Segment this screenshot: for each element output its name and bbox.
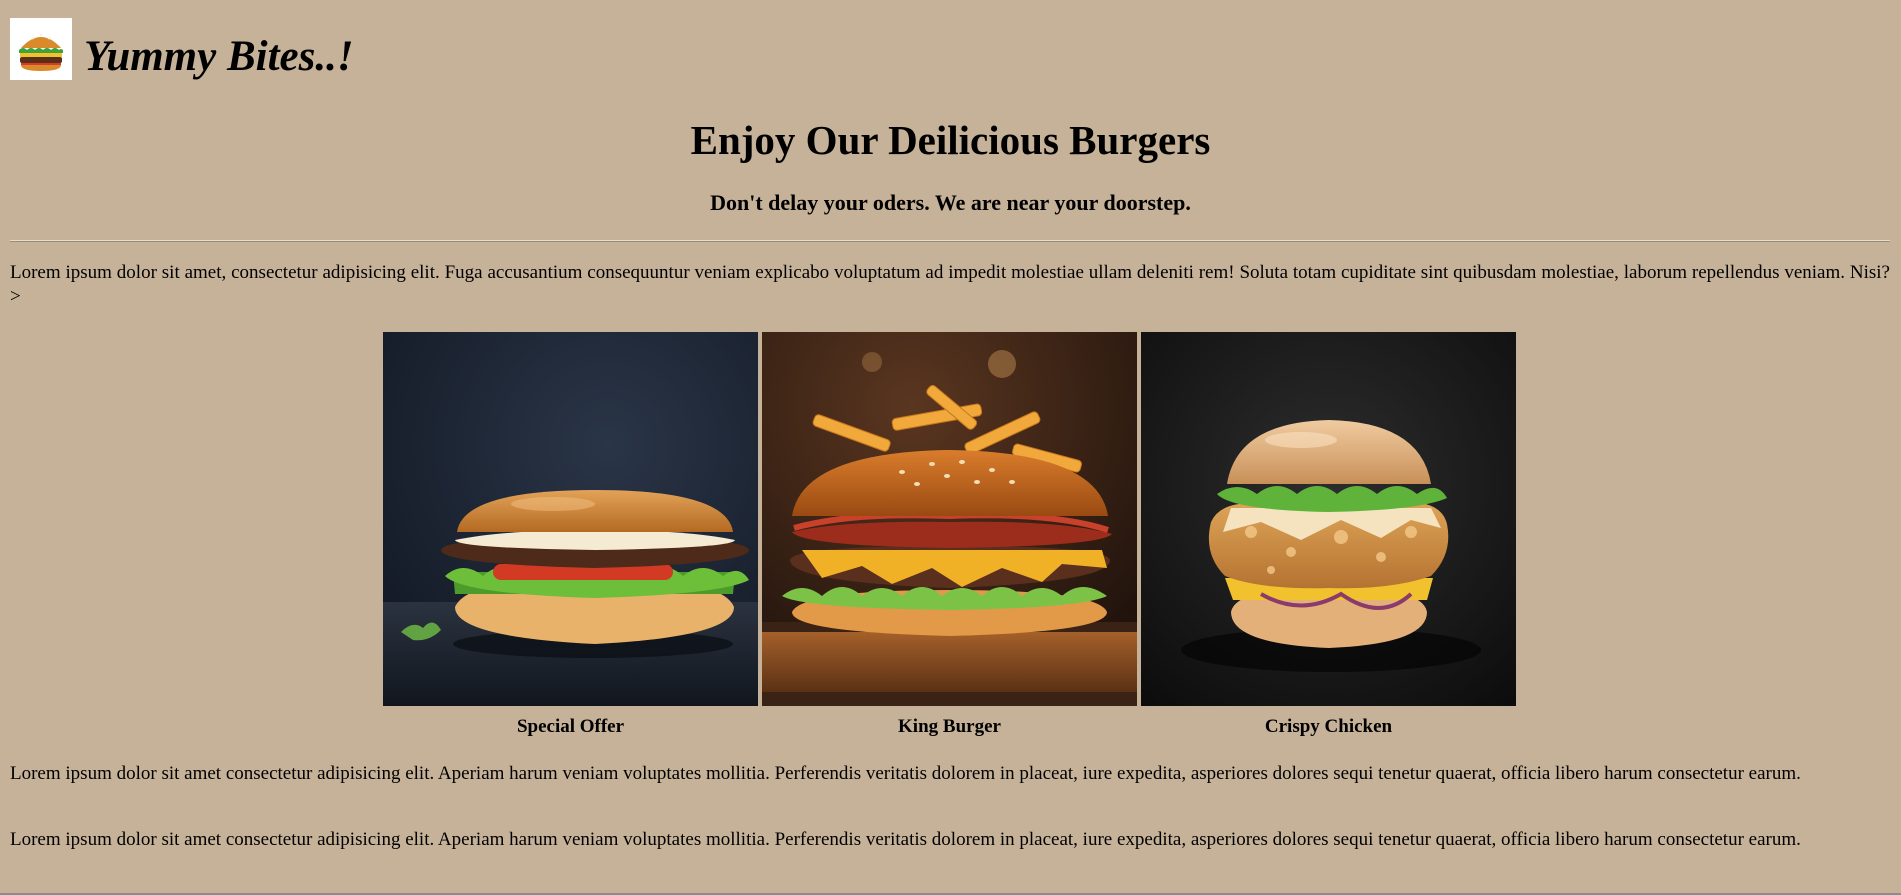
brand-title: Yummy Bites..! (84, 32, 354, 80)
crispy-chicken-burger-photo (1141, 332, 1516, 706)
burger-gallery: Special Offer King Burger Crispy Chicken (383, 332, 1516, 738)
intro-paragraph: Lorem ipsum dolor sit amet, consectetur … (10, 262, 1890, 307)
cheeseburger-photo (383, 332, 758, 706)
card-caption: King Burger (898, 716, 1001, 737)
site-header: Yummy Bites..! (10, 17, 354, 81)
divider (10, 240, 1890, 242)
gallery-card-king-burger: King Burger (762, 332, 1137, 738)
card-caption: Crispy Chicken (1264, 716, 1393, 737)
gallery-card-special-offer: Special Offer (383, 332, 758, 738)
page: Yummy Bites..! Enjoy Our Deilicious Burg… (0, 0, 1901, 895)
bacon-burger-fries-photo (762, 332, 1137, 706)
gallery-card-crispy-chicken: Crispy Chicken (1141, 332, 1516, 738)
card-caption: Special Offer (516, 716, 625, 737)
body-paragraph: Lorem ipsum dolor sit amet consectetur a… (10, 763, 1801, 784)
burger-logo-icon (10, 18, 72, 80)
body-paragraph: Lorem ipsum dolor sit amet consectetur a… (10, 829, 1801, 850)
page-subheadline: Don't delay your oders. We are near your… (710, 190, 1191, 215)
page-headline: Enjoy Our Deilicious Burgers (690, 117, 1211, 163)
